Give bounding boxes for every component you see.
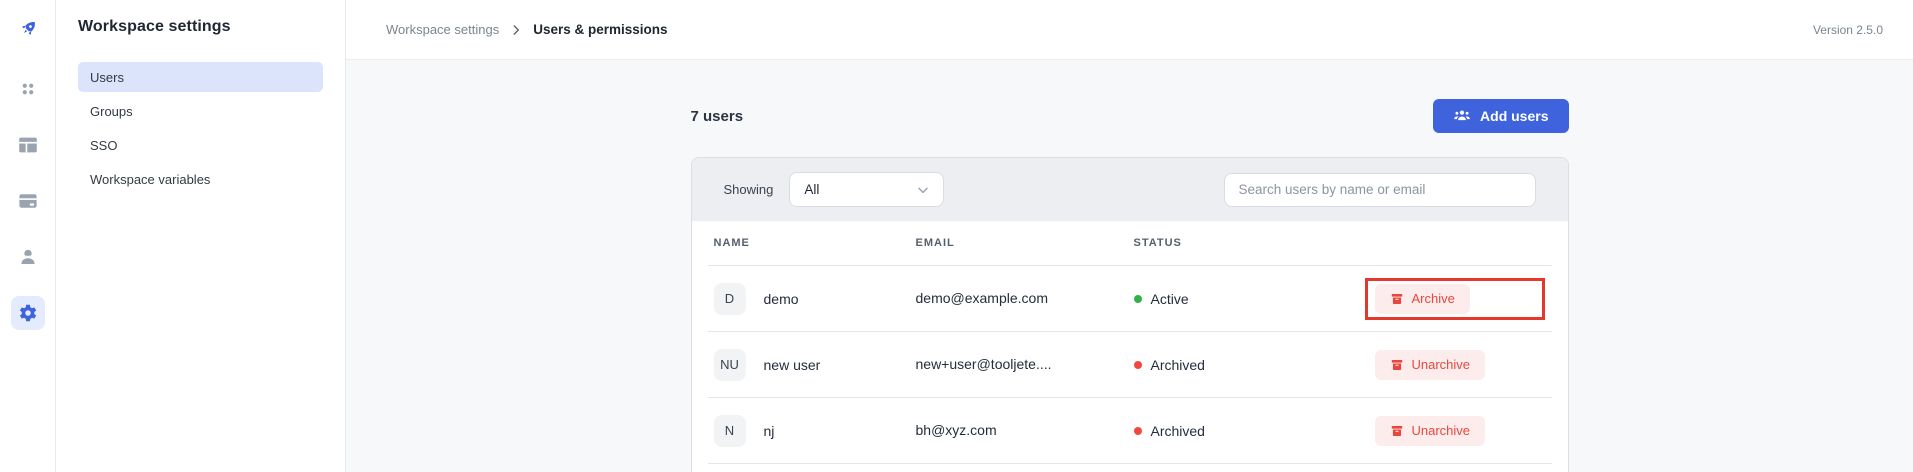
avatar: NU bbox=[714, 349, 746, 381]
settings-sidebar: Workspace settings Users Groups SSO Work… bbox=[56, 0, 346, 472]
sidebar-item-label: Workspace variables bbox=[90, 172, 210, 187]
unarchive-button-label: Unarchive bbox=[1412, 357, 1471, 372]
column-header-status: STATUS bbox=[1134, 237, 1375, 249]
user-name: demo bbox=[764, 291, 799, 307]
showing-select-value: All bbox=[804, 182, 819, 197]
user-email: demo@example.com bbox=[916, 290, 1049, 306]
user-name: new user bbox=[764, 357, 821, 373]
layout-icon[interactable] bbox=[11, 128, 45, 162]
status-label: Active bbox=[1151, 291, 1189, 307]
avatar: D bbox=[714, 283, 746, 315]
add-users-icon bbox=[1453, 107, 1471, 125]
settings-icon[interactable] bbox=[11, 296, 45, 330]
rocket-logo-icon[interactable] bbox=[11, 12, 45, 46]
column-header-email: EMAIL bbox=[916, 237, 1134, 249]
table-header-row: NAME EMAIL STATUS bbox=[708, 221, 1552, 266]
sidebar-item-label: Users bbox=[90, 70, 124, 85]
user-name: nj bbox=[764, 423, 775, 439]
sidebar-item-users[interactable]: Users bbox=[78, 62, 323, 92]
sidebar-item-sso[interactable]: SSO bbox=[78, 130, 323, 160]
status-label: Archived bbox=[1151, 423, 1205, 439]
version-label: Version 2.5.0 bbox=[1813, 23, 1883, 37]
archive-icon bbox=[1390, 424, 1404, 438]
archive-button-label: Archive bbox=[1412, 291, 1455, 306]
status-label: Archived bbox=[1151, 357, 1205, 373]
apps-icon[interactable] bbox=[11, 72, 45, 106]
sidebar-title: Workspace settings bbox=[78, 18, 323, 36]
archive-icon bbox=[1390, 358, 1404, 372]
status-dot bbox=[1134, 361, 1142, 369]
sidebar-item-groups[interactable]: Groups bbox=[78, 96, 323, 126]
showing-select[interactable]: All bbox=[789, 172, 944, 207]
filter-row: Showing All bbox=[692, 158, 1568, 221]
wallet-icon[interactable] bbox=[11, 184, 45, 218]
breadcrumb-current: Users & permissions bbox=[533, 22, 667, 37]
avatar: N bbox=[714, 415, 746, 447]
sidebar-item-label: SSO bbox=[90, 138, 117, 153]
search-users-input[interactable] bbox=[1224, 173, 1536, 207]
users-toolbar: 7 users Add users bbox=[691, 98, 1569, 134]
unarchive-button[interactable]: Unarchive bbox=[1375, 416, 1486, 446]
user-email: bh@xyz.com bbox=[916, 422, 997, 438]
archive-icon bbox=[1390, 292, 1404, 306]
user-email: new+user@tooljete.... bbox=[916, 356, 1052, 372]
breadcrumb-parent[interactable]: Workspace settings bbox=[386, 22, 499, 37]
chevron-right-icon bbox=[509, 23, 523, 37]
sidebar-item-workspace-variables[interactable]: Workspace variables bbox=[78, 164, 323, 194]
icon-rail bbox=[0, 0, 56, 472]
sidebar-item-label: Groups bbox=[90, 104, 133, 119]
chevron-down-icon bbox=[915, 182, 931, 198]
user-count-label: 7 users bbox=[691, 108, 744, 125]
user-icon[interactable] bbox=[11, 240, 45, 274]
table-row: D demo demo@example.com Active bbox=[708, 266, 1552, 332]
add-users-label: Add users bbox=[1480, 108, 1548, 124]
content-area: 7 users Add users bbox=[346, 60, 1913, 472]
unarchive-button-label: Unarchive bbox=[1412, 423, 1471, 438]
add-users-button[interactable]: Add users bbox=[1433, 99, 1568, 133]
status-dot bbox=[1134, 427, 1142, 435]
breadcrumb: Workspace settings Users & permissions bbox=[386, 22, 668, 37]
main-area: Workspace settings Users & permissions V… bbox=[346, 0, 1913, 472]
users-table-card: Showing All NAME EMAIL bbox=[691, 157, 1569, 472]
unarchive-button[interactable]: Unarchive bbox=[1375, 350, 1486, 380]
column-header-name: NAME bbox=[714, 237, 916, 249]
archive-button[interactable]: Archive bbox=[1375, 284, 1470, 314]
app-root: Workspace settings Users Groups SSO Work… bbox=[0, 0, 1913, 472]
status-dot bbox=[1134, 295, 1142, 303]
table-row: N nj bh@xyz.com Archived bbox=[708, 398, 1552, 464]
table-row: NU new user new+user@tooljete.... Archiv… bbox=[708, 332, 1552, 398]
showing-label: Showing bbox=[724, 182, 774, 197]
top-bar: Workspace settings Users & permissions V… bbox=[346, 0, 1913, 60]
